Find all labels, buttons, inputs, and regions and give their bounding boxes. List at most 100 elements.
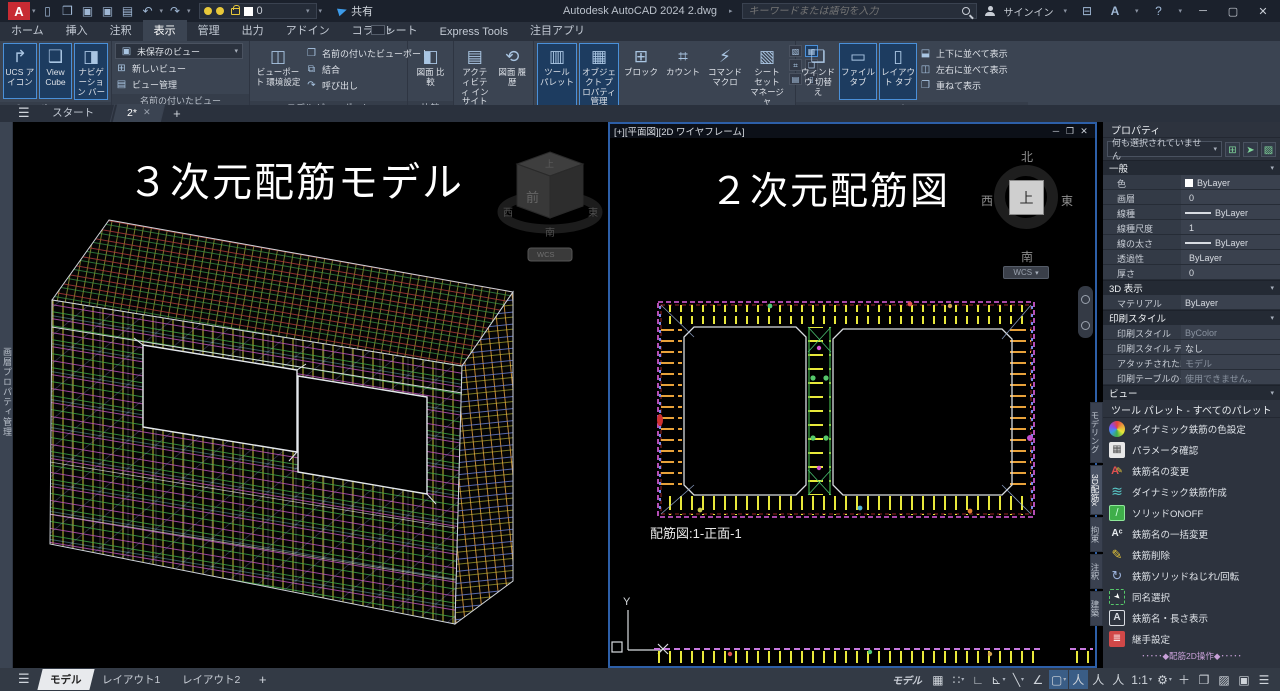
layout-menu-icon[interactable]: ☰	[0, 671, 40, 688]
property-row[interactable]: マテリアル ByLayer	[1103, 295, 1280, 310]
viewcube-top-face[interactable]: 上	[1009, 180, 1044, 215]
redo-icon[interactable]: ↷	[166, 3, 184, 19]
undo-icon[interactable]: ↶	[139, 3, 157, 19]
status-toggle-icon[interactable]: ∷ ▾	[949, 670, 968, 689]
ribbon-tab[interactable]: ホーム	[0, 20, 55, 41]
ribbon-row-button[interactable]: ▤ ビュー管理	[115, 77, 246, 92]
help-icon[interactable]: ?	[1149, 3, 1167, 19]
status-toggle-icon[interactable]: ▨	[1215, 670, 1234, 689]
status-toggle-icon[interactable]: ☰	[1255, 670, 1274, 689]
tool-palette-item[interactable]: 鉄筋名の一括変更	[1103, 523, 1280, 544]
new-file-icon[interactable]: ▯	[39, 3, 57, 19]
viewcube-south[interactable]: 南	[1021, 248, 1033, 265]
cube-south-label[interactable]: 南	[545, 226, 555, 239]
ribbon-button[interactable]: ⊞ ブロック	[621, 43, 661, 110]
ribbon-tab[interactable]: Express Tools	[429, 24, 519, 41]
tool-palette-item[interactable]: パラメータ確認	[1103, 439, 1280, 460]
cube-front-label[interactable]: 前	[526, 190, 539, 205]
cube-west-label[interactable]: 西	[503, 208, 513, 219]
ribbon-button[interactable]: ⌗ カウント	[663, 43, 703, 110]
viewcube-north[interactable]: 北	[1021, 148, 1033, 165]
ribbon-button[interactable]: ⚡ コマンド マクロ	[705, 43, 745, 110]
minimize-button[interactable]: ─	[1192, 5, 1214, 17]
property-row[interactable]: 線種 ByLayer	[1103, 205, 1280, 220]
viewport-close-icon[interactable]: ✕	[1077, 126, 1091, 137]
ribbon-tab[interactable]: 注釈	[99, 20, 143, 41]
help-caret-icon[interactable]: ▾	[1178, 7, 1182, 15]
close-button[interactable]: ✕	[1252, 5, 1274, 18]
property-row[interactable]: 印刷スタイル ByColor	[1103, 325, 1280, 340]
status-toggle-icon[interactable]: ▦	[929, 670, 948, 689]
restore-button[interactable]: ▢	[1222, 5, 1244, 18]
property-row[interactable]: 印刷スタイル テ... なし	[1103, 340, 1280, 355]
selection-dropdown[interactable]: 何も選択されていません ▾	[1107, 141, 1222, 157]
undo-caret-icon[interactable]: ▾	[160, 7, 164, 15]
ribbon-tab[interactable]: 出力	[231, 20, 275, 41]
save-as-icon[interactable]: ▣	[99, 3, 117, 19]
new-layout-button[interactable]: +	[251, 672, 275, 688]
toggle-pickadd-icon[interactable]: ⊞	[1225, 142, 1240, 157]
layout-tab[interactable]: レイアウト1	[90, 669, 174, 690]
section-3d-visualization[interactable]: 3D 表示 ▾	[1103, 280, 1280, 295]
search-box[interactable]	[742, 3, 977, 19]
property-row[interactable]: 線の太さ ByLayer	[1103, 235, 1280, 250]
layer-list-caret-icon[interactable]: ▾	[319, 7, 323, 15]
ribbon-button[interactable]: ▧ シート セット マネージャ	[747, 43, 787, 110]
steering-wheel-icon[interactable]	[1081, 295, 1090, 304]
view-combo[interactable]: ▣ 未保存のビュー ▾	[115, 43, 243, 59]
save-icon[interactable]: ▣	[79, 3, 97, 19]
viewcube-2d[interactable]: 北 西 上 東 南 WCS ▾	[981, 148, 1073, 270]
viewport-restore-icon[interactable]: ❐	[1063, 126, 1077, 137]
signin-caret-icon[interactable]: ▾	[1063, 7, 1067, 15]
ribbon-button[interactable]: ❑ View Cube	[39, 43, 73, 99]
tool-palette-item[interactable]: 鉄筋ソリッドねじれ/回転	[1103, 565, 1280, 586]
status-toggle-icon[interactable]: ∟	[969, 670, 988, 689]
autodesk-caret-icon[interactable]: ▾	[1135, 7, 1139, 15]
ribbon-tab[interactable]: アドイン	[275, 20, 341, 41]
ribbon-tab[interactable]: 注目アプリ	[519, 20, 596, 41]
ribbon-row-button[interactable]: ⬓ 上下に並べて表示	[919, 46, 1008, 61]
ribbon-button[interactable]: ◧ 図面 比較	[411, 43, 450, 99]
layout-tab[interactable]: モデル	[37, 669, 94, 690]
ribbon-button[interactable]: ⟲ 図面 履歴	[495, 43, 531, 99]
status-toggle-icon[interactable]: ＋	[1175, 670, 1194, 689]
file-tab[interactable]: 2* ✕	[112, 104, 165, 122]
file-tab-close-icon[interactable]: ✕	[143, 107, 151, 118]
ribbon-row-button[interactable]: ⊞ 新しいビュー	[115, 61, 246, 76]
ribbon-button[interactable]: ◨ ナビゲーション バー	[74, 43, 108, 100]
autocad-logo[interactable]: A	[8, 2, 30, 20]
tool-palette-item[interactable]: ダイナミック鉄筋作成	[1103, 481, 1280, 502]
plot-icon[interactable]: ▤	[119, 3, 137, 19]
tool-palette-item[interactable]: 同名選択	[1103, 586, 1280, 607]
pan-icon[interactable]	[1081, 321, 1090, 330]
property-row[interactable]: アタッチされた印... モデル	[1103, 355, 1280, 370]
section-view[interactable]: ビュー ▾	[1103, 385, 1280, 400]
tool-palette-tab[interactable]: モデリング	[1090, 402, 1103, 463]
layer-control[interactable]: 0 ▾	[199, 3, 317, 19]
section-plot-style[interactable]: 印刷スタイル ▾	[1103, 310, 1280, 325]
viewport-window[interactable]: [+][平面図][2D ワイヤフレーム] ─ ❐ ✕ ２次元配筋図	[608, 122, 1097, 668]
logo-caret-icon[interactable]: ▾	[32, 7, 36, 15]
ribbon-tab[interactable]: 挿入	[55, 20, 99, 41]
property-row[interactable]: 画層 0	[1103, 190, 1280, 205]
navigation-bar[interactable]	[1078, 286, 1093, 338]
open-file-icon[interactable]: ❒	[59, 3, 77, 19]
viewport-title-bar[interactable]: [+][平面図][2D ワイヤフレーム] ─ ❐ ✕	[610, 124, 1095, 138]
tool-palette-item[interactable]: 鉄筋名・長さ表示	[1103, 607, 1280, 628]
autodesk-icon[interactable]: A	[1106, 3, 1124, 19]
share-button[interactable]: 共有	[338, 3, 373, 19]
status-toggle-icon[interactable]: 1:1 ▾	[1129, 670, 1154, 689]
model-space-indicator[interactable]: モデル	[892, 672, 922, 687]
tool-palette-item[interactable]: ソリッドONOFF	[1103, 502, 1280, 523]
search-input[interactable]	[743, 6, 962, 17]
tool-palette-item[interactable]: 継手設定	[1103, 628, 1280, 649]
ribbon-button[interactable]: ▤ アクティビティ インサイト	[457, 43, 493, 110]
ribbon-row-button[interactable]: ❐ 重ねて表示	[919, 78, 1008, 93]
ribbon-button[interactable]: ↱ UCS アイコン	[3, 43, 37, 99]
rebar-3d-model[interactable]	[30, 214, 610, 662]
layout-tab[interactable]: レイアウト2	[169, 669, 253, 690]
property-row[interactable]: 線種尺度 1	[1103, 220, 1280, 235]
new-file-tab-button[interactable]: +	[165, 106, 189, 122]
tool-palette-title[interactable]: ツール パレット - すべてのパレット	[1103, 402, 1280, 418]
status-toggle-icon[interactable]: ▢ ▾	[1049, 670, 1068, 689]
